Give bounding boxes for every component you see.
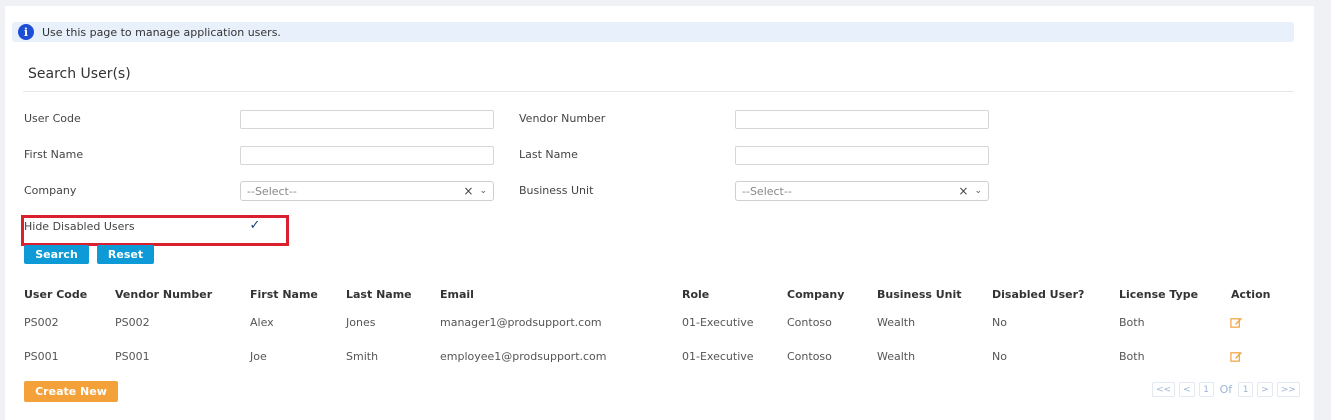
first-name-input[interactable] xyxy=(240,146,494,165)
page-of-label: Of xyxy=(1219,383,1233,396)
company-select-value: --Select-- xyxy=(247,184,297,198)
user-code-label: User Code xyxy=(24,112,81,125)
edit-icon[interactable] xyxy=(1230,316,1243,329)
business-unit-label: Business Unit xyxy=(519,184,594,197)
header-last-name[interactable]: Last Name xyxy=(346,288,412,301)
user-code-input[interactable] xyxy=(240,110,494,129)
header-business-unit[interactable]: Business Unit xyxy=(877,288,962,301)
pagination: << < 1 Of 1 > >> xyxy=(1152,382,1300,397)
table-cell: Joe xyxy=(250,350,267,363)
table-cell: Both xyxy=(1119,316,1145,329)
table-cell: Contoso xyxy=(787,316,832,329)
header-action: Action xyxy=(1231,288,1271,301)
company-label: Company xyxy=(24,184,77,197)
clear-icon[interactable]: × xyxy=(463,184,473,198)
table-cell: Both xyxy=(1119,350,1145,363)
table-cell: No xyxy=(992,350,1007,363)
hide-disabled-checkbox[interactable]: ✓ xyxy=(248,217,262,233)
next-page-button[interactable]: > xyxy=(1257,382,1273,397)
checkmark-icon: ✓ xyxy=(249,217,261,233)
last-page-button[interactable]: >> xyxy=(1276,382,1300,397)
business-unit-select[interactable]: --Select-- × ⌄ xyxy=(735,181,989,201)
create-new-button[interactable]: Create New xyxy=(24,381,118,402)
table-cell: PS002 xyxy=(115,316,150,329)
header-user-code[interactable]: User Code xyxy=(24,288,87,301)
chevron-down-icon[interactable]: ⌄ xyxy=(974,186,982,196)
page-card: i Use this page to manage application us… xyxy=(5,6,1314,420)
reset-button[interactable]: Reset xyxy=(97,245,154,264)
total-pages: 1 xyxy=(1238,382,1254,397)
table-cell: PS001 xyxy=(24,350,59,363)
table-cell: 01-Executive xyxy=(682,316,754,329)
current-page[interactable]: 1 xyxy=(1198,382,1214,397)
header-disabled[interactable]: Disabled User? xyxy=(992,288,1084,301)
header-first-name[interactable]: First Name xyxy=(250,288,318,301)
first-name-label: First Name xyxy=(24,148,84,161)
table-cell: PS001 xyxy=(115,350,150,363)
table-cell: Alex xyxy=(250,316,274,329)
table-cell: Wealth xyxy=(877,350,916,363)
table-cell: employee1@prodsupport.com xyxy=(440,350,607,363)
search-button[interactable]: Search xyxy=(24,245,89,264)
vendor-number-label: Vendor Number xyxy=(519,112,606,125)
info-icon: i xyxy=(18,24,34,40)
chevron-down-icon[interactable]: ⌄ xyxy=(479,186,487,196)
clear-icon[interactable]: × xyxy=(958,184,968,198)
table-cell: Smith xyxy=(346,350,379,363)
table-cell: 01-Executive xyxy=(682,350,754,363)
header-role[interactable]: Role xyxy=(682,288,709,301)
edit-icon[interactable] xyxy=(1230,350,1243,363)
table-cell: No xyxy=(992,316,1007,329)
vendor-number-input[interactable] xyxy=(735,110,989,129)
first-page-button[interactable]: << xyxy=(1152,382,1176,397)
company-select[interactable]: --Select-- × ⌄ xyxy=(240,181,494,201)
divider xyxy=(23,91,1294,92)
last-name-input[interactable] xyxy=(735,146,989,165)
hide-disabled-label: Hide Disabled Users xyxy=(24,220,135,233)
header-vendor-number[interactable]: Vendor Number xyxy=(115,288,212,301)
table-cell: Jones xyxy=(346,316,376,329)
table-cell: PS002 xyxy=(24,316,59,329)
header-license-type[interactable]: License Type xyxy=(1119,288,1198,301)
section-title: Search User(s) xyxy=(28,66,131,82)
info-message: Use this page to manage application user… xyxy=(42,25,281,39)
info-banner: i Use this page to manage application us… xyxy=(12,22,1294,42)
table-cell: manager1@prodsupport.com xyxy=(440,316,602,329)
business-unit-select-value: --Select-- xyxy=(742,184,792,198)
header-company[interactable]: Company xyxy=(787,288,844,301)
table-cell: Contoso xyxy=(787,350,832,363)
header-email[interactable]: Email xyxy=(440,288,474,301)
last-name-label: Last Name xyxy=(519,148,578,161)
prev-page-button[interactable]: < xyxy=(1179,382,1195,397)
table-cell: Wealth xyxy=(877,316,916,329)
